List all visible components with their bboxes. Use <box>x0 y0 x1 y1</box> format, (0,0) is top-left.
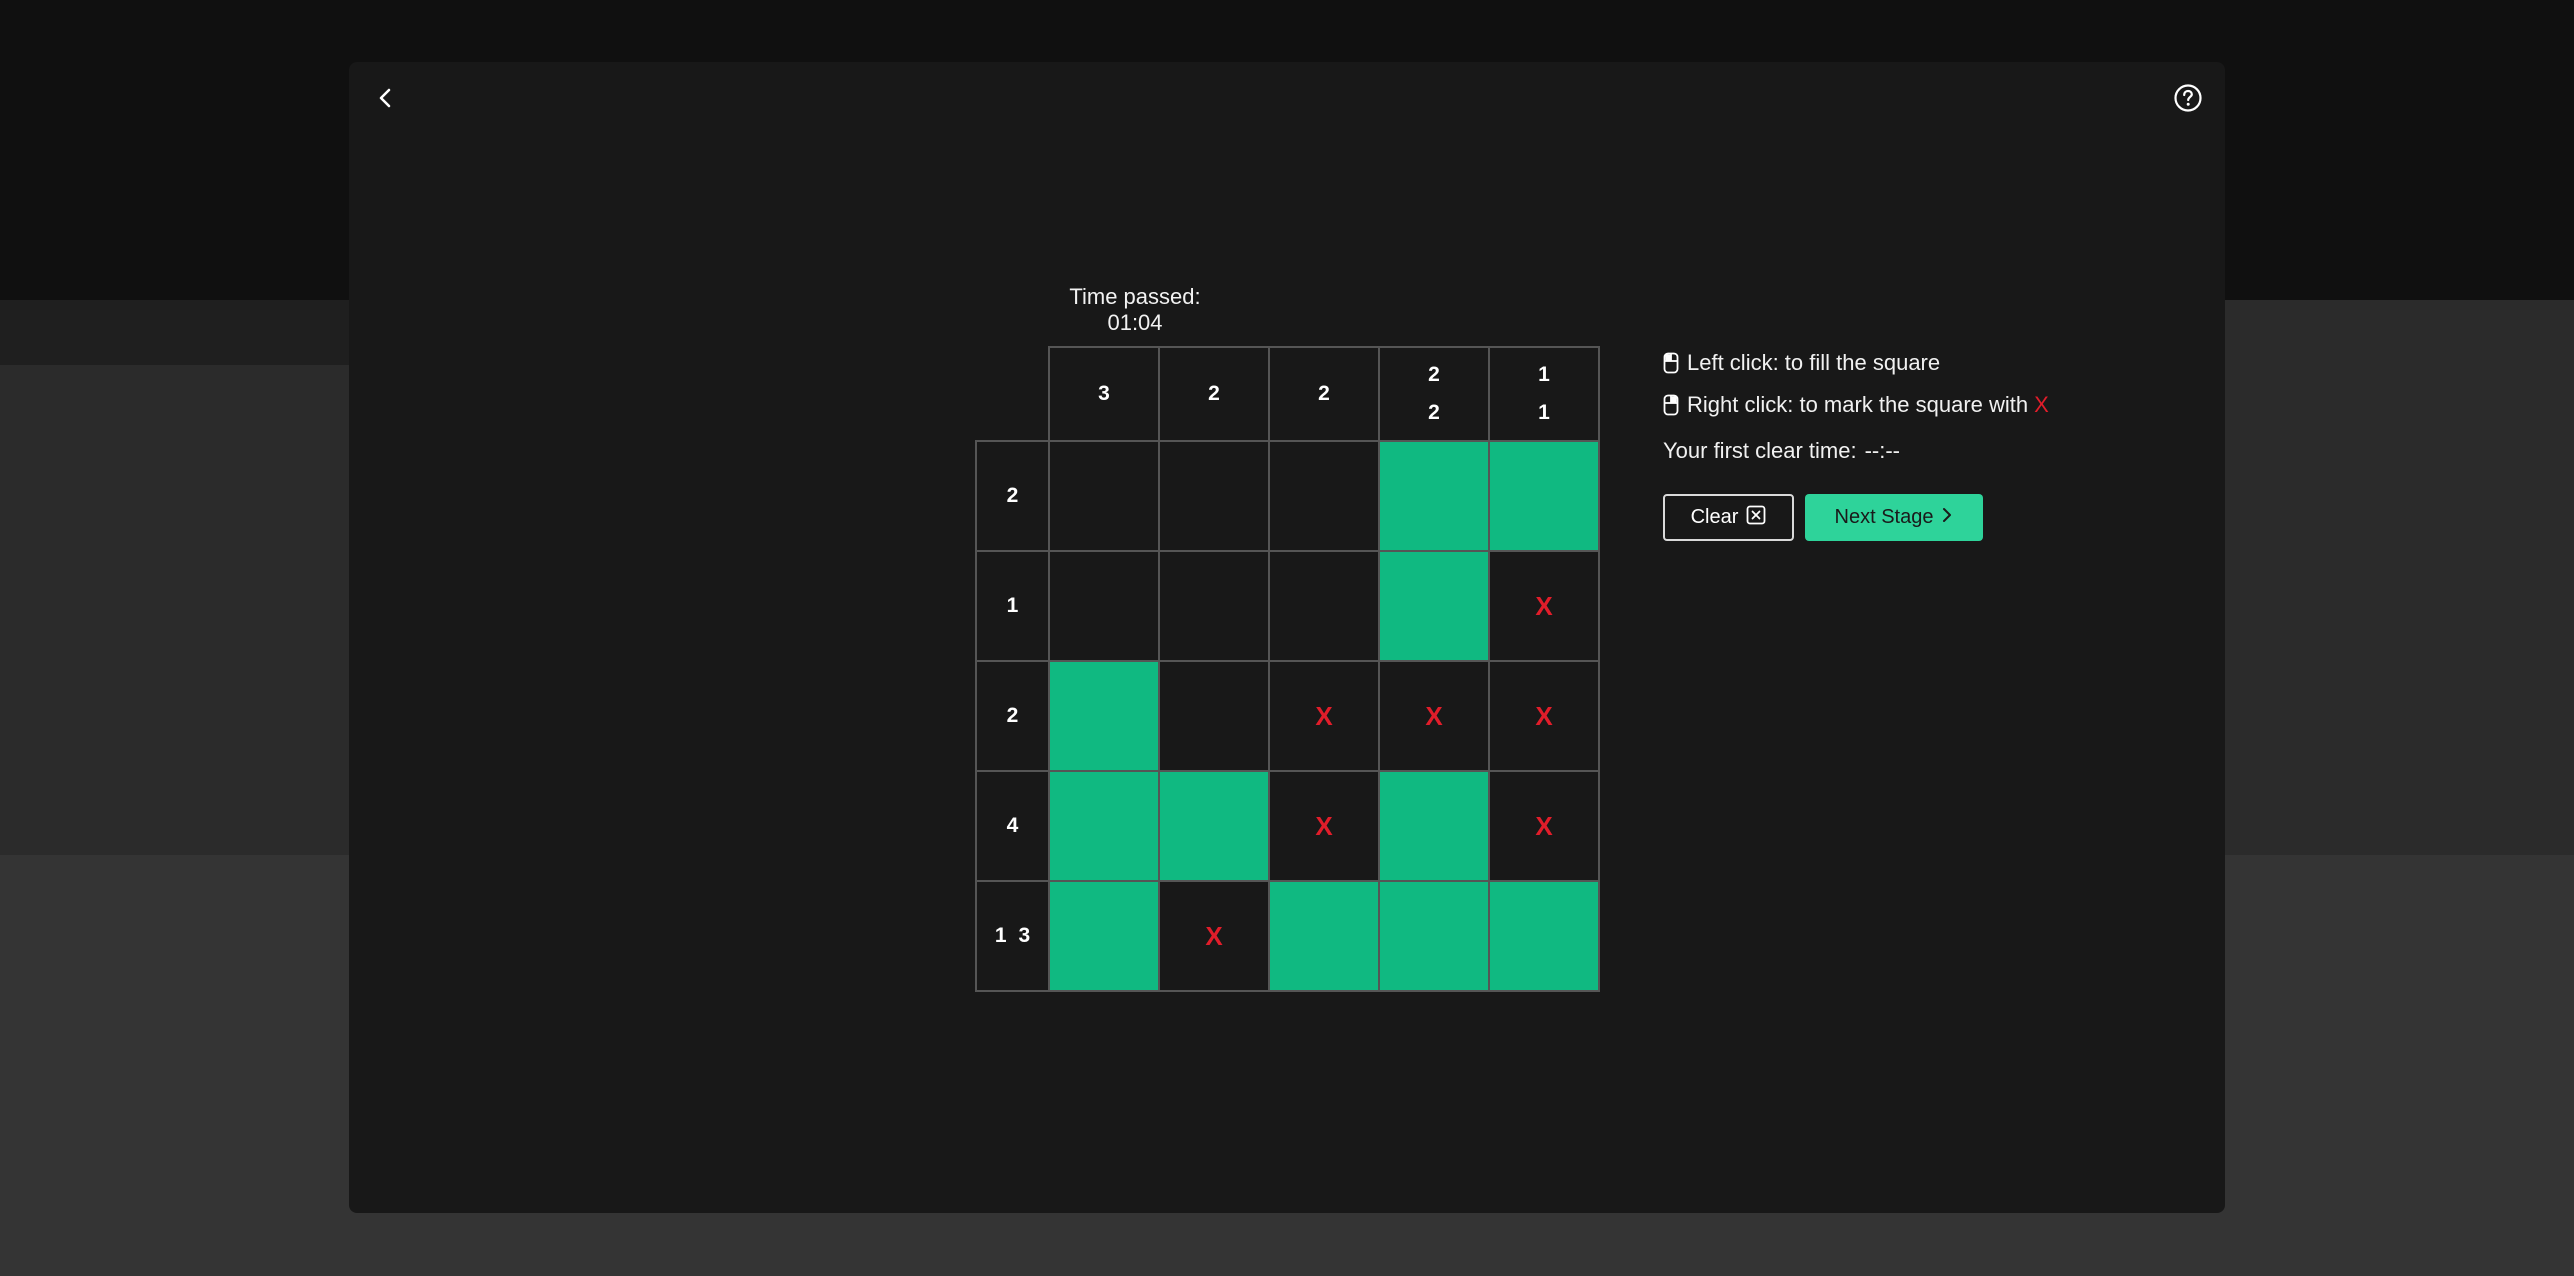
grid-square[interactable]: X <box>1268 660 1380 772</box>
chevron-left-icon <box>377 87 395 114</box>
grid-square[interactable] <box>1268 440 1380 552</box>
clue-number: 1 <box>994 924 1007 947</box>
clue-number: 1 <box>1006 594 1019 617</box>
board-corner <box>975 346 1050 442</box>
first-clear-value: --:-- <box>1864 438 1901 463</box>
right-click-instruction: Right click: to mark the square with X <box>1663 384 2183 426</box>
grid-square[interactable] <box>1048 880 1160 992</box>
puzzle-modal: Time passed: 01:04 322221121X2XXX4XX13X … <box>349 62 2225 1213</box>
grid-square[interactable] <box>1268 550 1380 662</box>
clue-number: 2 <box>1208 382 1220 405</box>
grid-square[interactable] <box>1158 660 1270 772</box>
column-clue: 3 <box>1048 346 1160 442</box>
clue-number: 4 <box>1006 814 1019 837</box>
grid-square[interactable] <box>1488 880 1600 992</box>
x-mark: X <box>1535 590 1553 621</box>
mark-example: X <box>2034 392 2049 417</box>
grid-square[interactable] <box>1378 770 1490 882</box>
clue-number: 2 <box>1428 363 1440 386</box>
grid-square[interactable]: X <box>1488 550 1600 662</box>
grid-square[interactable] <box>1048 550 1160 662</box>
next-stage-label: Next Stage <box>1834 506 1934 528</box>
grid-square[interactable] <box>1378 550 1490 662</box>
next-stage-button[interactable]: Next Stage <box>1805 494 1983 541</box>
chevron-right-icon <box>1941 506 1953 530</box>
grid-square[interactable] <box>1048 660 1160 772</box>
clear-label: Clear <box>1690 506 1739 528</box>
clear-button[interactable]: Clear <box>1663 494 1794 541</box>
row-clue: 13 <box>975 880 1050 992</box>
column-clue: 2 <box>1268 346 1380 442</box>
grid-square[interactable] <box>1158 440 1270 552</box>
right-click-text: Right click: to mark the square with <box>1687 392 2029 417</box>
grid-square[interactable]: X <box>1378 660 1490 772</box>
row-clue: 4 <box>975 770 1050 882</box>
clue-number: 2 <box>1006 484 1019 507</box>
grid-square[interactable] <box>1158 770 1270 882</box>
instructions-panel: Left click: to fill the square Right cli… <box>1663 342 2183 541</box>
grid-square[interactable]: X <box>1488 770 1600 882</box>
row-clue: 2 <box>975 440 1050 552</box>
row-clue: 1 <box>975 550 1050 662</box>
clue-number: 2 <box>1006 704 1019 727</box>
x-mark: X <box>1205 920 1223 951</box>
nonogram-board: 322221121X2XXX4XX13X <box>975 346 1600 992</box>
x-mark: X <box>1535 700 1553 731</box>
column-clue: 22 <box>1378 346 1490 442</box>
grid-square[interactable] <box>1158 550 1270 662</box>
mouse-icon <box>1663 394 1679 416</box>
first-clear-time: Your first clear time: --:-- <box>1663 438 2183 464</box>
grid-square[interactable]: X <box>1158 880 1270 992</box>
column-clue: 2 <box>1158 346 1270 442</box>
clue-number: 2 <box>1428 401 1440 424</box>
help-button[interactable] <box>2168 80 2208 120</box>
grid-square[interactable] <box>1268 880 1380 992</box>
back-button[interactable] <box>366 80 406 120</box>
question-circle-icon <box>2173 83 2203 118</box>
clue-number: 2 <box>1318 382 1330 405</box>
x-square-icon <box>1746 505 1766 531</box>
action-buttons: Clear Next Stage <box>1663 494 2183 541</box>
x-mark: X <box>1315 700 1333 731</box>
left-click-text: Left click: to fill the square <box>1687 350 1941 375</box>
clue-number: 3 <box>1018 924 1031 947</box>
timer-label: Time passed: 01:04 <box>1069 284 1201 335</box>
grid-square[interactable] <box>1488 440 1600 552</box>
grid-square[interactable] <box>1048 770 1160 882</box>
clue-number: 1 <box>1538 363 1550 386</box>
x-mark: X <box>1315 810 1333 841</box>
grid-square[interactable]: X <box>1268 770 1380 882</box>
grid-square[interactable] <box>1378 880 1490 992</box>
grid-square[interactable] <box>1378 440 1490 552</box>
column-clue: 11 <box>1488 346 1600 442</box>
grid-square[interactable]: X <box>1488 660 1600 772</box>
clue-number: 1 <box>1538 401 1550 424</box>
left-click-instruction: Left click: to fill the square <box>1663 342 2183 384</box>
mouse-icon <box>1663 352 1679 374</box>
first-clear-label: Your first clear time: <box>1663 438 1857 463</box>
clue-number: 3 <box>1098 382 1110 405</box>
x-mark: X <box>1425 700 1443 731</box>
row-clue: 2 <box>975 660 1050 772</box>
x-mark: X <box>1535 810 1553 841</box>
grid-square[interactable] <box>1048 440 1160 552</box>
